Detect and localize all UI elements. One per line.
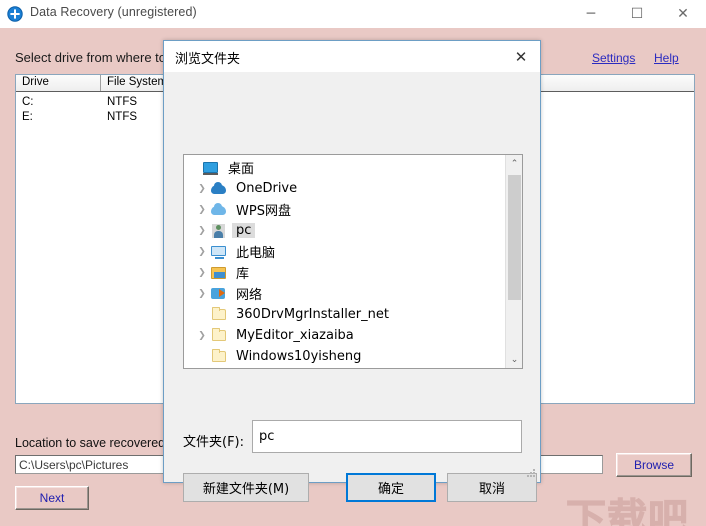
folder-tree[interactable]: 桌面 ❯ OneDrive ❯ WPS网盘 ❯ pc ❯ 此电脑 ❯ 库 ❯ 网… [183, 154, 523, 369]
help-link[interactable]: Help [654, 51, 679, 65]
tree-item-label: 库 [236, 267, 250, 282]
new-folder-button[interactable]: 新建文件夹(M) [183, 473, 309, 502]
dialog-close-icon[interactable]: ✕ [504, 43, 538, 70]
user-account-icon [210, 223, 229, 239]
tree-item-wps-cloud[interactable]: ❯ WPS网盘 [184, 199, 506, 220]
network-icon [210, 286, 229, 302]
close-icon: ✕ [677, 6, 689, 22]
folder-tree-items: 桌面 ❯ OneDrive ❯ WPS网盘 ❯ pc ❯ 此电脑 ❯ 库 ❯ 网… [184, 155, 506, 368]
recovery-disc-icon [7, 6, 23, 22]
resize-grip[interactable] [526, 469, 536, 479]
close-button[interactable]: ✕ [660, 0, 706, 28]
library-icon [210, 265, 229, 281]
tree-item-network[interactable]: ❯ 网络 [184, 283, 506, 304]
tree-item-windows10yisheng[interactable]: Windows10yisheng [184, 346, 506, 367]
folder-icon [210, 348, 229, 365]
tree-item-pc-user[interactable]: ❯ pc [184, 220, 506, 241]
browse-folder-dialog: 浏览文件夹 ✕ 桌面 ❯ OneDrive ❯ WPS网盘 ❯ pc ❯ 此电脑… [163, 40, 541, 502]
tree-item-label: MyEditor_xiazaiba [236, 328, 354, 343]
chevron-right-icon[interactable]: ❯ [194, 331, 210, 341]
this-pc-icon [210, 244, 229, 260]
application-window: Data Recovery (unregistered) ─ ☐ ✕ Selec… [0, 0, 706, 526]
tree-item-label: 360DrvMgrInstaller_net [236, 307, 389, 322]
tree-item-libraries[interactable]: ❯ 库 [184, 262, 506, 283]
chevron-right-icon[interactable]: ❯ [194, 268, 210, 278]
tree-item-label: 此电脑 [236, 246, 276, 261]
scroll-up-icon[interactable]: ⌃ [506, 155, 522, 172]
dialog-title: 浏览文件夹 [175, 52, 241, 67]
wps-cloud-icon [210, 202, 229, 218]
folder-icon [210, 306, 229, 323]
browse-button[interactable]: Browse [616, 453, 692, 477]
tree-item-label: 网络 [236, 288, 263, 303]
tree-item-desktop[interactable]: 桌面 [184, 157, 506, 178]
next-button[interactable]: Next [15, 486, 89, 510]
maximize-button[interactable]: ☐ [614, 0, 660, 28]
window-title: Data Recovery (unregistered) [30, 5, 197, 19]
cell-drive: E: [22, 111, 33, 123]
dialog-title-bar: 浏览文件夹 ✕ [164, 41, 540, 72]
ok-button[interactable]: 确定 [346, 473, 436, 502]
tree-scrollbar[interactable]: ⌃ ⌄ [505, 155, 522, 368]
tree-item-this-pc[interactable]: ❯ 此电脑 [184, 241, 506, 262]
folder-name-input[interactable]: pc [252, 420, 522, 453]
tree-item-360drvmgrinstaller[interactable]: 360DrvMgrInstaller_net [184, 304, 506, 325]
chevron-right-icon[interactable]: ❯ [194, 289, 210, 299]
folder-icon [210, 327, 229, 344]
tree-item-label: pc [232, 223, 256, 238]
scroll-down-icon[interactable]: ⌄ [506, 351, 522, 368]
settings-link[interactable]: Settings [592, 51, 635, 65]
chevron-right-icon[interactable]: ❯ [194, 184, 210, 194]
folder-name-label: 文件夹(F): [183, 435, 245, 450]
column-header-drive[interactable]: Drive [16, 75, 101, 91]
chevron-right-icon[interactable]: ❯ [194, 226, 210, 236]
tree-item-label: WPS网盘 [236, 204, 291, 219]
maximize-icon: ☐ [630, 6, 644, 22]
site-watermark: 下载吧 www.xiazaiba.com [566, 486, 706, 526]
chevron-right-icon[interactable]: ❯ [194, 247, 210, 257]
minimize-icon: ─ [586, 6, 596, 22]
tree-item-label: 桌面 [228, 162, 255, 177]
scrollbar-thumb[interactable] [508, 175, 521, 300]
cell-drive: C: [22, 96, 34, 108]
cancel-button[interactable]: 取消 [447, 473, 537, 502]
tree-item-label: Windows10yisheng [236, 349, 362, 364]
watermark-text: 下载吧 [566, 496, 689, 526]
chevron-right-icon[interactable]: ❯ [194, 205, 210, 215]
minimize-button[interactable]: ─ [568, 0, 614, 28]
tree-item-onedrive[interactable]: ❯ OneDrive [184, 178, 506, 199]
tree-item-zxt2007[interactable]: ZXT2007_c_f [184, 367, 506, 368]
desktop-icon [202, 160, 221, 176]
tree-item-label: OneDrive [236, 181, 298, 196]
title-bar: Data Recovery (unregistered) ─ ☐ ✕ [0, 0, 706, 29]
tree-item-myeditor-xiazaiba[interactable]: ❯ MyEditor_xiazaiba [184, 325, 506, 346]
onedrive-cloud-icon [210, 181, 229, 197]
